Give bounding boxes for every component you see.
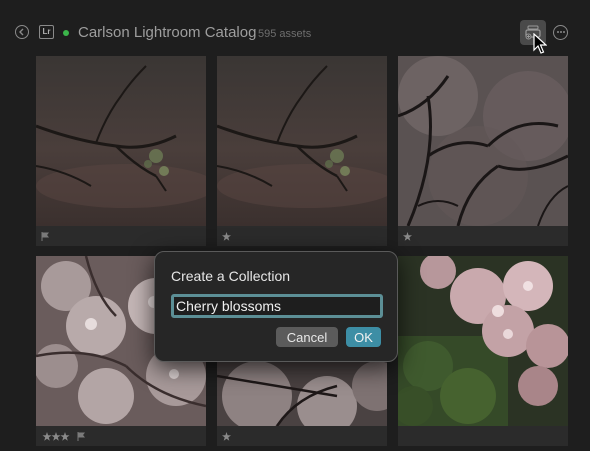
photo-thumbnail[interactable] <box>398 56 568 246</box>
thumbnail-footer <box>36 426 206 446</box>
more-options-icon[interactable] <box>553 25 568 40</box>
photo-thumbnail[interactable] <box>398 256 568 446</box>
star-icon <box>403 232 412 241</box>
star-icon <box>222 432 231 441</box>
photo-image <box>36 56 206 226</box>
photo-image <box>398 56 568 226</box>
asset-count: 595 assets <box>258 28 312 40</box>
photo-image <box>398 256 568 426</box>
dialog-title: Create a Collection <box>171 268 291 284</box>
thumbnail-footer <box>398 426 568 446</box>
catalog-title: Carlson Lightroom Catalog <box>78 24 257 41</box>
star-icon <box>222 232 231 241</box>
lightroom-badge: Lr <box>39 25 54 39</box>
back-icon[interactable] <box>15 25 29 39</box>
photo-image <box>217 56 387 226</box>
sync-status-dot <box>63 30 69 36</box>
collection-name-input[interactable] <box>171 294 383 318</box>
thumbnail-footer <box>398 226 568 246</box>
flag-icon <box>77 432 85 442</box>
thumbnail-footer <box>217 426 387 446</box>
flag-icon <box>41 232 49 242</box>
thumbnail-footer <box>217 226 387 246</box>
cancel-button[interactable]: Cancel <box>276 327 338 347</box>
mouse-cursor-icon <box>533 33 547 54</box>
three-star-rating-icon <box>42 432 70 441</box>
photo-thumbnail[interactable] <box>217 56 387 246</box>
ok-button[interactable]: OK <box>346 327 381 347</box>
photo-thumbnail[interactable] <box>36 56 206 246</box>
create-collection-dialog: Create a Collection Cancel OK <box>154 251 398 362</box>
thumbnail-footer <box>36 226 206 246</box>
